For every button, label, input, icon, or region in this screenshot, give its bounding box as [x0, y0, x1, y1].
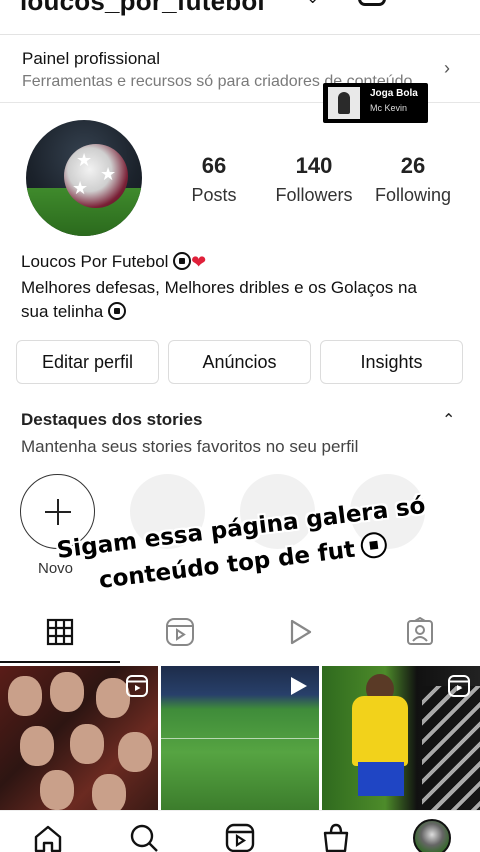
- chevron-up-icon[interactable]: ⌃: [442, 410, 455, 430]
- chevron-right-icon: ›: [444, 58, 450, 78]
- play-icon: [290, 619, 312, 645]
- profile-avatar[interactable]: ★ ★ ★: [26, 120, 142, 236]
- bio-line-1: Melhores defesas, Melhores dribles e os …: [21, 278, 417, 297]
- highlights-title: Destaques dos stories: [21, 410, 203, 429]
- reels-icon: [225, 823, 255, 852]
- insights-button[interactable]: Insights: [320, 340, 463, 384]
- highlights-subtitle: Mantenha seus stories favoritos no seu p…: [21, 437, 359, 456]
- grid-post[interactable]: [161, 666, 319, 810]
- tab-video[interactable]: [283, 615, 317, 649]
- soccer-ball-icon: [359, 530, 389, 560]
- reels-icon: [166, 618, 194, 646]
- chevron-down-icon[interactable]: ⌄: [306, 0, 319, 8]
- soccer-ball-icon: [107, 302, 126, 320]
- tab-reels[interactable]: [163, 615, 197, 649]
- music-title: Joga Bola: [370, 88, 418, 99]
- nav-reels[interactable]: [223, 821, 257, 852]
- ads-button[interactable]: Anúncios: [168, 340, 311, 384]
- bio-line-2: sua telinha: [21, 302, 126, 322]
- tagged-person-icon: [407, 617, 433, 645]
- nav-shop[interactable]: [319, 821, 353, 852]
- tab-grid[interactable]: [43, 615, 77, 649]
- followers-count[interactable]: 140 Followers: [270, 153, 358, 206]
- grid-post[interactable]: [322, 666, 480, 810]
- reels-icon: [448, 675, 470, 697]
- create-post-icon[interactable]: [358, 0, 386, 6]
- bio-name-text: Loucos Por Futebol: [21, 252, 169, 271]
- edit-profile-button[interactable]: Editar perfil: [16, 340, 159, 384]
- profile-username[interactable]: loucos_por_futebol: [20, 0, 265, 17]
- nav-search[interactable]: [127, 821, 161, 852]
- bio-name: Loucos Por Futebol ❤: [21, 252, 206, 273]
- active-tab-indicator: [0, 661, 120, 663]
- following-count[interactable]: 26 Following: [370, 153, 456, 206]
- music-artist: Mc Kevin: [370, 103, 408, 113]
- following-value: 26: [400, 153, 426, 178]
- music-cover: [328, 87, 360, 119]
- posts-label: Posts: [191, 185, 237, 205]
- music-badge: Joga Bola Mc Kevin: [323, 83, 428, 123]
- top-bar: loucos_por_futebol ⌄: [0, 0, 480, 20]
- bottom-nav: [0, 810, 480, 852]
- nav-profile-avatar[interactable]: [413, 819, 451, 852]
- heart-icon: ❤: [191, 252, 207, 272]
- search-icon: [130, 824, 158, 852]
- grid-post[interactable]: [0, 666, 158, 810]
- divider: [0, 34, 480, 35]
- followers-label: Followers: [275, 185, 353, 205]
- shopping-bag-icon: [323, 823, 349, 852]
- tab-tagged[interactable]: [403, 615, 437, 649]
- play-icon: [291, 677, 307, 695]
- nav-home[interactable]: [31, 821, 65, 852]
- reels-icon: [126, 675, 148, 697]
- posts-count[interactable]: 66 Posts: [186, 153, 242, 206]
- bio-line-2-text: sua telinha: [21, 302, 104, 321]
- grid-icon: [46, 618, 74, 646]
- soccer-ball-icon: [173, 252, 192, 270]
- followers-value: 140: [295, 153, 333, 178]
- posts-value: 66: [201, 153, 227, 178]
- pro-panel-title: Painel profissional: [22, 49, 160, 68]
- home-icon: [34, 825, 62, 852]
- following-label: Following: [374, 185, 452, 205]
